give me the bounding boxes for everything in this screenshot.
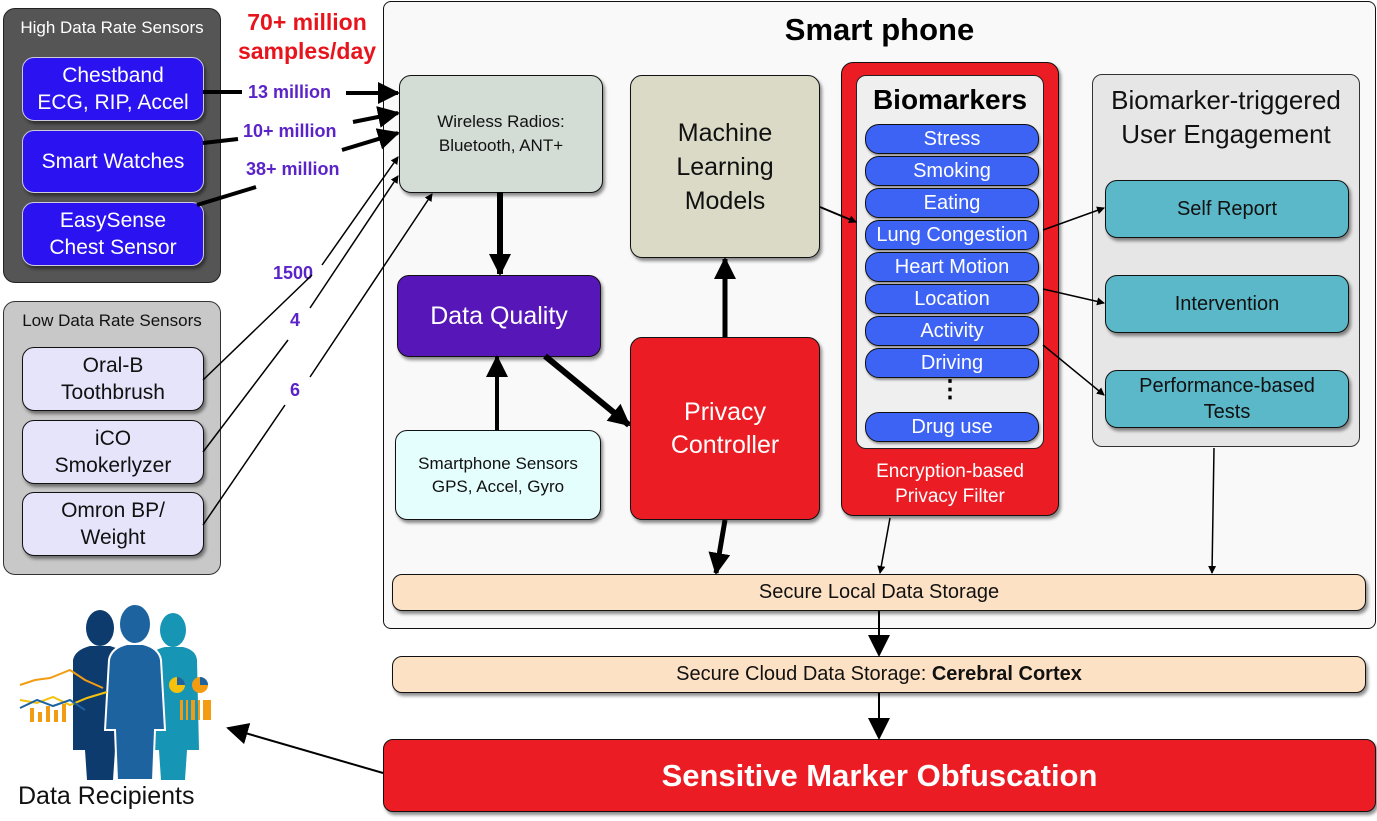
privacy-filter-box: Biomarkers Stress Smoking Eating Lung Co…	[841, 62, 1059, 516]
biomarker-activity[interactable]: Activity	[865, 316, 1039, 346]
headline-line2: samples/day	[237, 38, 377, 64]
wireless-sublabel: Bluetooth, ANT+	[438, 136, 564, 155]
data-recipients-label: Data Recipients	[18, 782, 195, 810]
cerebral-cortex-label: Cerebral Cortex	[931, 663, 1082, 685]
rate-label-watches: 10+ million	[243, 121, 337, 141]
sensor-ico-smokerlyzer[interactable]: iCO Smokerlyzer	[22, 420, 204, 484]
biomarker-stress[interactable]: Stress	[865, 124, 1039, 154]
data-quality-label: Data Quality	[430, 301, 568, 330]
privacy-filter-label: Encryption-based Privacy Filter	[842, 459, 1058, 509]
sensor-sublabel: ECG, RIP, Accel	[37, 91, 189, 114]
sensor-sublabel: Smokerlyzer	[54, 454, 172, 477]
low-rate-group-title: Low Data Rate Sensors	[22, 311, 202, 330]
engagement-performance-tests[interactable]: Performance-based Tests	[1105, 370, 1349, 428]
biomarker-drug-use[interactable]: Drug use	[865, 412, 1039, 442]
user-engagement-group: Biomarker-triggered User Engagement Self…	[1092, 74, 1360, 447]
smartphone-sensors-box[interactable]: Smartphone Sensors GPS, Accel, Gyro	[395, 430, 601, 520]
phone-sensors-sublabel: GPS, Accel, Gyro	[431, 477, 565, 496]
engagement-label: Self Report	[1176, 197, 1278, 220]
biomarker-heart-motion[interactable]: Heart Motion	[865, 252, 1039, 282]
engagement-title-line1: Biomarker-triggered	[1111, 85, 1341, 115]
biomarkers-panel: Biomarkers Stress Smoking Eating Lung Co…	[856, 75, 1044, 449]
biomarker-location[interactable]: Location	[865, 284, 1039, 314]
smartphone-title: Smart phone	[784, 12, 975, 47]
sensor-smart-watches[interactable]: Smart Watches	[22, 130, 204, 193]
ellipsis-icon: ⋮	[938, 376, 962, 403]
rate-label-chestband: 13 million	[248, 82, 332, 102]
ml-label-3: Models	[684, 186, 766, 215]
sensor-label: iCO	[94, 427, 132, 450]
engagement-label: Intervention	[1174, 292, 1280, 315]
headline-line1: 70+ million	[247, 9, 367, 35]
engagement-self-report[interactable]: Self Report	[1105, 180, 1349, 238]
rate-label-ico: 4	[290, 310, 301, 330]
biomarkers-title: Biomarkers	[872, 84, 1028, 115]
ml-label-1: Machine	[677, 118, 773, 147]
sensor-sublabel: Weight	[80, 526, 146, 549]
biomarker-driving[interactable]: Driving	[865, 348, 1039, 378]
samples-per-day-headline: 70+ million samples/day	[228, 8, 386, 66]
secure-local-storage[interactable]: Secure Local Data Storage	[392, 574, 1366, 611]
engagement-title: Biomarker-triggered User Engagement	[1093, 83, 1359, 151]
engagement-intervention[interactable]: Intervention	[1105, 275, 1349, 333]
phone-sensors-label: Smartphone Sensors	[418, 454, 578, 473]
arrow-obfuscation-to-recipients	[226, 723, 384, 774]
high-rate-sensors-group: High Data Rate Sensors Chestband ECG, RI…	[3, 8, 221, 283]
biomarker-smoking[interactable]: Smoking	[865, 156, 1039, 186]
rate-label-easysense: 38+ million	[246, 159, 340, 179]
ml-models-box[interactable]: Machine Learning Models	[630, 75, 820, 258]
data-quality-box[interactable]: Data Quality	[397, 275, 601, 357]
sensor-label: Smart Watches	[41, 149, 185, 173]
privacy-controller-box[interactable]: Privacy Controller	[630, 337, 820, 520]
obfuscation-label: Sensitive Marker Obfuscation	[661, 757, 1098, 793]
secure-cloud-storage[interactable]: Secure Cloud Data Storage: Cerebral Cort…	[392, 656, 1366, 693]
privacy-filter-line1: Encryption-based	[876, 461, 1024, 482]
engagement-label: Performance-based	[1139, 375, 1315, 397]
sensor-sublabel: Toothbrush	[61, 381, 165, 404]
rate-label-omron: 6	[290, 380, 301, 400]
rate-label-oral-b: 1500	[273, 263, 314, 283]
sensor-label: EasySense	[59, 209, 167, 232]
privacy-controller-label-2: Controller	[670, 430, 780, 459]
local-storage-label: Secure Local Data Storage	[758, 581, 1000, 603]
high-rate-group-title: High Data Rate Sensors	[20, 18, 204, 37]
biomarker-eating[interactable]: Eating	[865, 188, 1039, 218]
sensor-oral-b[interactable]: Oral-B Toothbrush	[22, 347, 204, 411]
engagement-title-line2: User Engagement	[1121, 119, 1331, 149]
wireless-radios-box[interactable]: Wireless Radios: Bluetooth, ANT+	[399, 75, 603, 193]
engagement-sublabel: Tests	[1203, 401, 1251, 423]
privacy-filter-line2: Privacy Filter	[895, 486, 1005, 507]
privacy-controller-label-1: Privacy	[684, 397, 766, 426]
cloud-storage-label: Secure Cloud Data Storage:	[676, 663, 932, 685]
sensor-label: Oral-B	[82, 354, 144, 377]
sensor-omron[interactable]: Omron BP/ Weight	[22, 492, 204, 556]
sensor-label: Chestband	[62, 64, 164, 87]
sensor-sublabel: Chest Sensor	[49, 236, 177, 259]
sensor-label: Omron BP/	[61, 499, 165, 522]
sensor-easysense[interactable]: EasySense Chest Sensor	[22, 202, 204, 266]
sensitive-marker-obfuscation[interactable]: Sensitive Marker Obfuscation	[383, 739, 1376, 812]
ml-label-2: Learning	[676, 152, 774, 181]
sensor-chestband[interactable]: Chestband ECG, RIP, Accel	[22, 57, 204, 121]
biomarker-lung-congestion[interactable]: Lung Congestion	[865, 220, 1039, 250]
business-people-icon	[19, 603, 211, 780]
wireless-label: Wireless Radios:	[437, 112, 565, 131]
low-rate-sensors-group: Low Data Rate Sensors Oral-B Toothbrush …	[3, 301, 221, 575]
